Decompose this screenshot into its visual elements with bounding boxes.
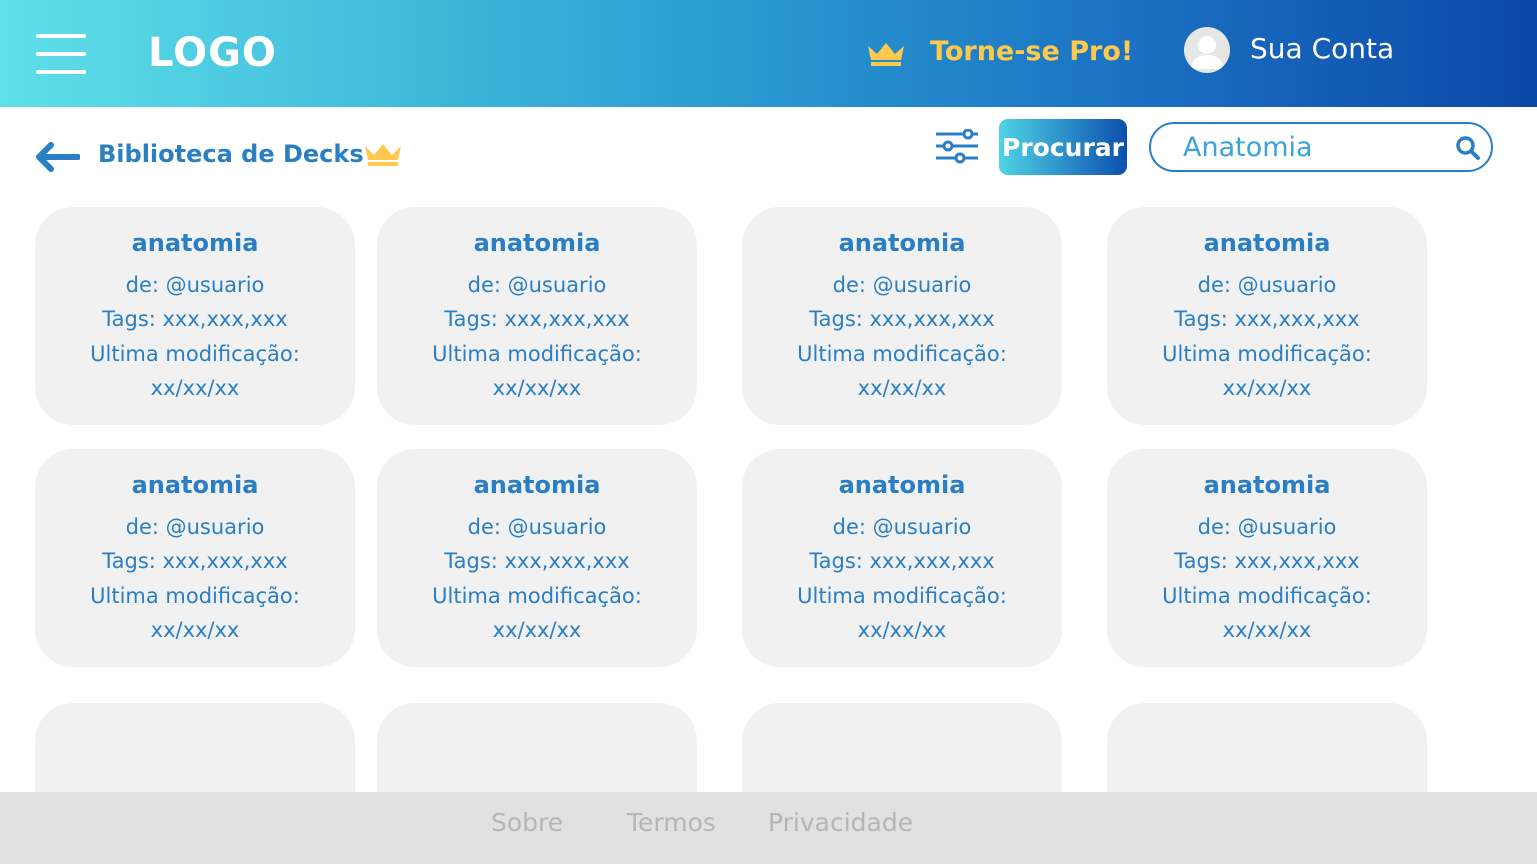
- deck-card[interactable]: anatomia de: @usuario Tags: xxx,xxx,xxx …: [742, 449, 1062, 667]
- deck-modified-date: xx/xx/xx: [492, 376, 582, 400]
- deck-card[interactable]: anatomia de: @usuario Tags: xxx,xxx,xxx …: [1107, 207, 1427, 425]
- deck-modified-date: xx/xx/xx: [150, 376, 240, 400]
- deck-author: de: @usuario: [467, 515, 607, 539]
- search-field[interactable]: [1149, 122, 1493, 172]
- deck-tags: Tags: xxx,xxx,xxx: [444, 549, 630, 573]
- deck-author: de: @usuario: [1197, 515, 1337, 539]
- deck-title: anatomia: [473, 229, 601, 257]
- deck-modified-label: Ultima modificação:: [432, 342, 642, 366]
- deck-modified-date: xx/xx/xx: [1222, 618, 1312, 642]
- deck-modified-label: Ultima modificação:: [90, 584, 300, 608]
- deck-modified-date: xx/xx/xx: [857, 618, 947, 642]
- deck-author: de: @usuario: [1197, 273, 1337, 297]
- deck-modified-label: Ultima modificação:: [1162, 584, 1372, 608]
- footer-link-termos[interactable]: Termos: [627, 808, 716, 837]
- page-title: Biblioteca de Decks: [98, 140, 364, 168]
- deck-author: de: @usuario: [125, 515, 265, 539]
- deck-title: anatomia: [473, 471, 601, 499]
- deck-title: anatomia: [838, 229, 966, 257]
- deck-modified-date: xx/xx/xx: [857, 376, 947, 400]
- account-link[interactable]: Sua Conta: [1250, 32, 1394, 65]
- deck-modified-label: Ultima modificação:: [90, 342, 300, 366]
- upgrade-pro-link[interactable]: Torne-se Pro!: [930, 36, 1133, 67]
- search-icon[interactable]: [1455, 135, 1481, 161]
- search-input[interactable]: [1183, 131, 1433, 163]
- app-header: LOGO Torne-se Pro! Sua Conta: [0, 0, 1537, 107]
- crown-icon: [868, 43, 904, 66]
- deck-card[interactable]: anatomia de: @usuario Tags: xxx,xxx,xxx …: [35, 207, 355, 425]
- deck-card[interactable]: anatomia de: @usuario Tags: xxx,xxx,xxx …: [35, 449, 355, 667]
- arrow-left-icon[interactable]: [34, 140, 80, 174]
- deck-tags: Tags: xxx,xxx,xxx: [102, 549, 288, 573]
- deck-modified-date: xx/xx/xx: [150, 618, 240, 642]
- footer-link-privacidade[interactable]: Privacidade: [768, 808, 913, 837]
- deck-tags: Tags: xxx,xxx,xxx: [809, 307, 995, 331]
- deck-title: anatomia: [131, 229, 259, 257]
- deck-modified-label: Ultima modificação:: [797, 584, 1007, 608]
- deck-tags: Tags: xxx,xxx,xxx: [102, 307, 288, 331]
- deck-card[interactable]: anatomia de: @usuario Tags: xxx,xxx,xxx …: [377, 207, 697, 425]
- deck-title: anatomia: [1203, 471, 1331, 499]
- user-avatar-icon[interactable]: [1184, 27, 1230, 73]
- footer-link-sobre[interactable]: Sobre: [491, 808, 563, 837]
- sliders-filter-icon[interactable]: [934, 129, 980, 165]
- deck-card[interactable]: anatomia de: @usuario Tags: xxx,xxx,xxx …: [377, 449, 697, 667]
- deck-modified-date: xx/xx/xx: [1222, 376, 1312, 400]
- deck-author: de: @usuario: [467, 273, 607, 297]
- deck-title: anatomia: [1203, 229, 1331, 257]
- deck-tags: Tags: xxx,xxx,xxx: [444, 307, 630, 331]
- footer: Sobre Termos Privacidade: [0, 792, 1537, 864]
- deck-author: de: @usuario: [832, 515, 972, 539]
- deck-title: anatomia: [838, 471, 966, 499]
- search-button[interactable]: Procurar: [999, 119, 1127, 175]
- crown-icon: [365, 144, 401, 166]
- deck-tags: Tags: xxx,xxx,xxx: [1174, 549, 1360, 573]
- deck-modified-label: Ultima modificação:: [432, 584, 642, 608]
- hamburger-menu-icon[interactable]: [36, 34, 86, 74]
- deck-tags: Tags: xxx,xxx,xxx: [1174, 307, 1360, 331]
- deck-author: de: @usuario: [125, 273, 265, 297]
- deck-modified-date: xx/xx/xx: [492, 618, 582, 642]
- deck-modified-label: Ultima modificação:: [797, 342, 1007, 366]
- deck-tags: Tags: xxx,xxx,xxx: [809, 549, 995, 573]
- deck-author: de: @usuario: [832, 273, 972, 297]
- app-logo[interactable]: LOGO: [148, 30, 277, 76]
- deck-card[interactable]: anatomia de: @usuario Tags: xxx,xxx,xxx …: [1107, 449, 1427, 667]
- deck-title: anatomia: [131, 471, 259, 499]
- deck-card[interactable]: anatomia de: @usuario Tags: xxx,xxx,xxx …: [742, 207, 1062, 425]
- deck-modified-label: Ultima modificação:: [1162, 342, 1372, 366]
